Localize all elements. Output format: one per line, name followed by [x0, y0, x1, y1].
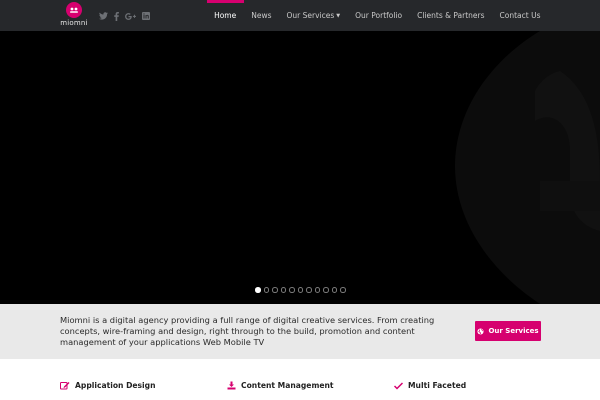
slider-pagination: [255, 287, 346, 293]
google-plus-icon[interactable]: [125, 9, 136, 23]
slider-dot[interactable]: [323, 287, 329, 293]
download-icon: [227, 381, 236, 390]
slider-dot[interactable]: [314, 287, 320, 293]
twitter-icon[interactable]: [99, 9, 108, 23]
feature-label: Content Management: [241, 381, 334, 390]
feature-label: Multi Faceted: [408, 381, 467, 390]
nav-clients-partners-label: Clients & Partners: [417, 11, 485, 20]
nav-home-label: Home: [214, 11, 237, 20]
check-icon: [394, 381, 403, 390]
social-links: [99, 9, 150, 23]
feature-content-management: Content Management: [227, 381, 334, 390]
nav-our-services-label: Our Services: [286, 11, 335, 20]
globe-icon: [477, 327, 485, 335]
slider-dot[interactable]: [306, 287, 312, 293]
slider-dot[interactable]: [340, 287, 346, 293]
nav-our-portfolio-label: Our Portfolio: [355, 11, 403, 20]
main-nav: Home News Our Services ▼ Our Portfolio Cl…: [206, 0, 548, 31]
our-services-button-label: Our Services: [488, 327, 539, 335]
nav-news[interactable]: News: [244, 0, 279, 31]
edit-icon: [60, 382, 70, 390]
slider-dot[interactable]: [331, 287, 337, 293]
nav-contact-us-label: Contact Us: [499, 11, 541, 20]
slider-dot[interactable]: [289, 287, 295, 293]
slider-dot[interactable]: [272, 287, 278, 293]
nav-news-label: News: [251, 11, 272, 20]
site-header: miomni Home News Our Services ▼ Our Portf…: [0, 0, 600, 31]
hero-slider: [0, 31, 600, 304]
slider-dot[interactable]: [255, 287, 261, 293]
logo-mark-icon: [66, 2, 82, 18]
intro-text: Miomni is a digital agency providing a f…: [60, 315, 435, 348]
linkedin-icon[interactable]: [142, 9, 150, 23]
nav-clients-partners[interactable]: Clients & Partners: [410, 0, 492, 31]
nav-contact-us[interactable]: Contact Us: [492, 0, 548, 31]
slider-dot[interactable]: [263, 287, 269, 293]
slider-dot[interactable]: [280, 287, 286, 293]
feature-label: Application Design: [75, 381, 156, 390]
logo-text: miomni: [60, 19, 88, 27]
nav-our-portfolio[interactable]: Our Portfolio: [348, 0, 410, 31]
features-row: Application Design Content Management Mu…: [0, 359, 600, 400]
feature-multi-faceted: Multi Faceted: [394, 381, 466, 390]
slider-dot[interactable]: [297, 287, 303, 293]
nav-our-services[interactable]: Our Services ▼: [279, 0, 348, 31]
nav-home[interactable]: Home: [206, 0, 244, 31]
logo[interactable]: miomni: [58, 2, 90, 29]
facebook-icon[interactable]: [114, 9, 119, 23]
feature-application-design: Application Design: [60, 381, 156, 390]
hero-background-graphic: [455, 31, 600, 304]
our-services-button[interactable]: Our Services: [475, 321, 541, 341]
caret-down-icon: ▼: [336, 12, 341, 19]
